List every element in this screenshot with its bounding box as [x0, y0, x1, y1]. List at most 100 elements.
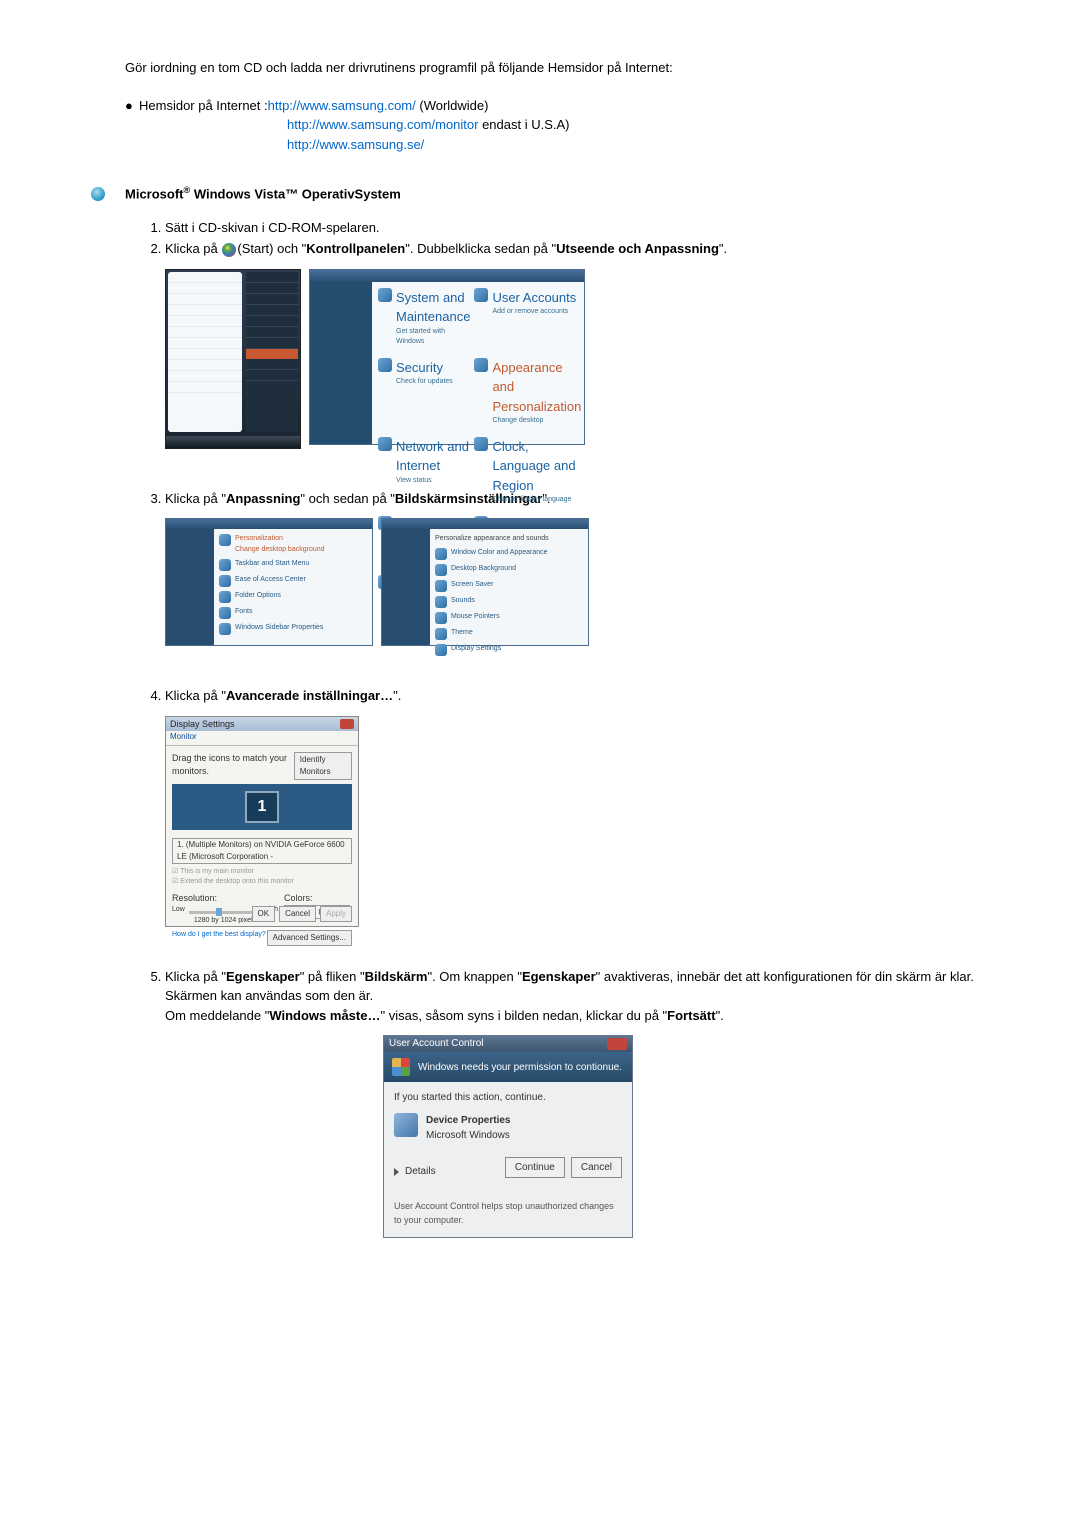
help-link[interactable]: How do I get the best display? [172, 930, 266, 946]
s2d: ". Dubbelklicka sedan på " [405, 241, 556, 256]
advanced-settings-button[interactable]: Advanced Settings... [267, 930, 352, 946]
step-3: Klicka på "Anpassning" och sedan på "Bil… [165, 489, 1020, 647]
s3b: Anpassning [226, 491, 300, 506]
link-usa[interactable]: http://www.samsung.com/monitor [287, 117, 478, 132]
appearance-screenshot: PersonalizationChange desktop background… [165, 518, 373, 646]
category-icon [474, 358, 488, 372]
intro-text: Gör iordning en tom CD och ladda ner dri… [125, 58, 1020, 78]
links-bullet: ● Hemsidor på Internet :http://www.samsu… [125, 96, 1020, 155]
item-icon [435, 580, 447, 592]
s3a: Klicka på " [165, 491, 226, 506]
uac-title-text: User Account Control [389, 1036, 484, 1052]
s5j: " visas, såsom syns i bilden nedan, klic… [380, 1008, 667, 1023]
s4c: ". [393, 688, 401, 703]
monitor-1-icon[interactable]: 1 [245, 791, 279, 823]
chk-extend-desktop[interactable]: ☑ Extend the desktop onto this monitor [172, 877, 352, 888]
item-icon [435, 628, 447, 640]
step-5: Klicka på "Egenskaper" på fliken "Bildsk… [165, 967, 1020, 1239]
control-panel-screenshot: System and MaintenanceGet started with W… [309, 269, 585, 445]
close-icon[interactable] [607, 1038, 627, 1050]
link-worldwide[interactable]: http://www.samsung.com/ [268, 98, 416, 113]
s5b: Egenskaper [226, 969, 300, 984]
monitor-preview: 1 [172, 784, 352, 830]
s5d: Bildskärm [365, 969, 428, 984]
uac-dialog: User Account Control Windows needs your … [383, 1035, 633, 1238]
step-2: Klicka på (Start) och "Kontrollpanelen".… [165, 239, 1020, 449]
s2c: Kontrollpanelen [306, 241, 405, 256]
uac-line: If you started this action, continue. [394, 1090, 622, 1105]
display-settings-dialog: Display Settings Monitor Drag the icons … [165, 716, 359, 927]
drag-text: Drag the icons to match your monitors. [172, 752, 294, 780]
s5e: ". Om knappen " [427, 969, 522, 984]
heading-rest: Windows Vista™ OperativSystem [190, 186, 401, 201]
dlg-tab[interactable]: Monitor [166, 731, 358, 746]
s5h: Om meddelande " [165, 1008, 269, 1023]
item-icon [435, 596, 447, 608]
s5a: Klicka på " [165, 969, 226, 984]
s5k: Fortsätt [667, 1008, 715, 1023]
s2b: (Start) och " [237, 241, 306, 256]
item-icon [435, 644, 447, 656]
s4b: Avancerade inställningar… [226, 688, 393, 703]
personalization-screenshot: Personalize appearance and sounds Window… [381, 518, 589, 646]
apply-button[interactable]: Apply [320, 906, 352, 922]
category-icon [378, 288, 392, 302]
uac-details-text: Details [405, 1164, 436, 1179]
monitor-dropdown[interactable]: 1. (Multiple Monitors) on NVIDIA GeForce… [172, 838, 352, 864]
s5l: ". [716, 1008, 724, 1023]
uac-footer-text: User Account Control helps stop unauthor… [384, 1194, 632, 1237]
section-bullet-icon [91, 187, 105, 201]
category-icon [378, 437, 392, 451]
item-icon [219, 623, 231, 635]
s2f: ". [719, 241, 727, 256]
step2-images: System and MaintenanceGet started with W… [165, 269, 1020, 449]
section-heading: Microsoft® Windows Vista™ OperativSystem [91, 184, 1020, 204]
shield-icon [392, 1058, 410, 1076]
link-se[interactable]: http://www.samsung.se/ [287, 137, 424, 152]
category-icon [474, 437, 488, 451]
start-orb-icon [222, 243, 236, 257]
program-icon [394, 1113, 418, 1137]
identify-monitors-button[interactable]: Identify Monitors [294, 752, 352, 780]
step-4: Klicka på "Avancerade inställningar…". D… [165, 686, 1020, 927]
s4a: Klicka på " [165, 688, 226, 703]
cancel-button[interactable]: Cancel [279, 906, 316, 922]
category-icon [378, 358, 392, 372]
chevron-down-icon [394, 1168, 399, 1176]
item-icon [435, 612, 447, 624]
uac-prog-pub: Microsoft Windows [426, 1128, 511, 1143]
chk-main-monitor[interactable]: ☑ This is my main monitor [172, 867, 352, 878]
s5f: Egenskaper [522, 969, 596, 984]
category-icon [474, 288, 488, 302]
details-toggle[interactable]: Details [394, 1164, 436, 1179]
resolution-slider[interactable] [189, 911, 260, 914]
start-menu-screenshot [165, 269, 301, 449]
step4-images: Display Settings Monitor Drag the icons … [165, 716, 1020, 927]
control-panel-highlight [246, 349, 298, 359]
links-prefix: Hemsidor på Internet : [139, 98, 268, 113]
close-icon[interactable] [340, 719, 354, 729]
link-usa-suffix: endast i U.S.A) [478, 117, 569, 132]
s2e: Utseende och Anpassning [556, 241, 719, 256]
item-icon [219, 575, 231, 587]
item-icon [435, 548, 447, 560]
item-icon [219, 534, 231, 546]
item-icon [435, 564, 447, 576]
s5c: " på fliken " [300, 969, 365, 984]
link-worldwide-suffix: (Worldwide) [416, 98, 489, 113]
steps-list: Sätt i CD-skivan i CD-ROM-spelaren. Klic… [125, 218, 1020, 1239]
continue-button[interactable]: Continue [505, 1157, 565, 1178]
step-1: Sätt i CD-skivan i CD-ROM-spelaren. [165, 218, 1020, 238]
dlg-title-text: Display Settings [170, 717, 235, 731]
low-label: Low [172, 905, 185, 916]
step3-images: PersonalizationChange desktop background… [165, 518, 1020, 646]
s2a: Klicka på [165, 241, 221, 256]
resolution-label: Resolution: [172, 892, 278, 906]
cancel-button[interactable]: Cancel [571, 1157, 622, 1178]
ok-button[interactable]: OK [252, 906, 276, 922]
colors-label: Colors: [284, 892, 352, 906]
item-icon [219, 607, 231, 619]
uac-banner-text: Windows needs your permission to contion… [418, 1060, 622, 1075]
s5i: Windows måste… [269, 1008, 380, 1023]
heading-prefix: Microsoft [125, 186, 184, 201]
